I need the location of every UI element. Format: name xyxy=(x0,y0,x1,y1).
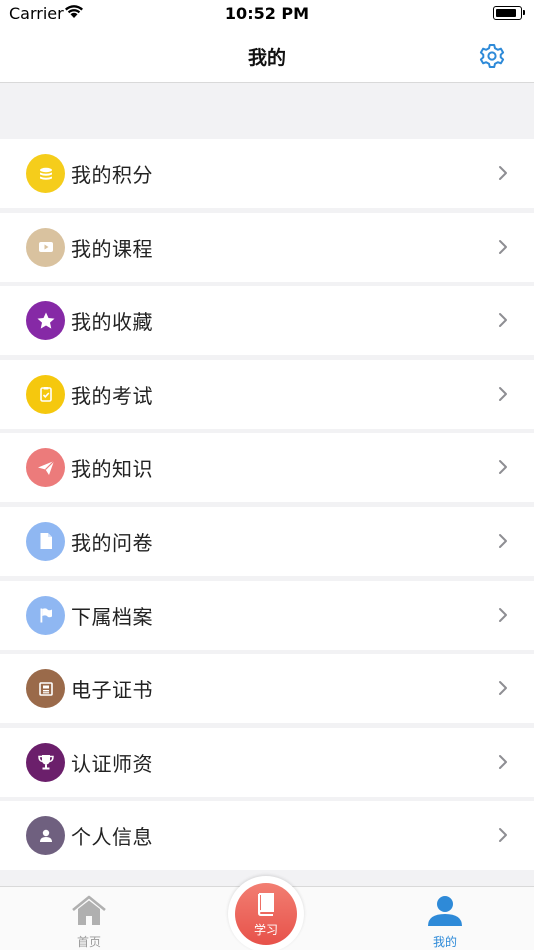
chevron-right-icon xyxy=(499,607,507,622)
certificate-icon xyxy=(26,669,65,709)
trophy-icon xyxy=(26,742,65,782)
study-button-label: 学习 xyxy=(253,923,278,937)
menu-item-label: 我的知识 xyxy=(71,457,153,482)
menu-item-subordinate-records[interactable]: 下属档案 xyxy=(0,580,534,650)
menu-item-courses[interactable]: 我的课程 xyxy=(0,212,534,282)
status-bar: Carrier 10:52 PM xyxy=(0,0,534,28)
clipboard-check-icon xyxy=(26,374,65,414)
video-play-icon xyxy=(26,227,65,267)
chevron-right-icon xyxy=(499,533,507,548)
flag-icon xyxy=(26,595,65,635)
menu-item-exams[interactable]: 我的考试 xyxy=(0,359,534,429)
study-button[interactable]: 学习 xyxy=(235,883,297,945)
menu-item-certificates[interactable]: 电子证书 xyxy=(0,654,534,724)
battery-icon xyxy=(493,6,525,20)
chevron-right-icon xyxy=(499,460,507,475)
menu-item-knowledge[interactable]: 我的知识 xyxy=(0,433,534,503)
chevron-right-icon xyxy=(499,681,507,696)
home-icon xyxy=(72,895,106,925)
chevron-right-icon xyxy=(499,166,507,180)
user-icon xyxy=(26,816,65,856)
menu-item-label: 下属档案 xyxy=(71,604,153,629)
tab-label: 我的 xyxy=(432,935,457,949)
chevron-right-icon xyxy=(499,313,507,328)
menu-item-surveys[interactable]: 我的问卷 xyxy=(0,506,534,576)
settings-button[interactable] xyxy=(478,42,506,70)
content-area: 我的积分 我的课程 我的收藏 我的考试 我的知识 我的问卷 下属档案 电子证书 … xyxy=(0,83,534,886)
menu-item-label: 电子证书 xyxy=(71,678,153,703)
chevron-right-icon xyxy=(499,754,507,769)
tab-home[interactable]: 首页 xyxy=(29,887,149,950)
menu-item-favorites[interactable]: 我的收藏 xyxy=(0,286,534,356)
chevron-right-icon xyxy=(499,386,507,401)
navigation-bar: 我的 xyxy=(0,28,534,83)
gear-icon xyxy=(479,44,505,68)
menu-item-points[interactable]: 我的积分 xyxy=(0,139,534,208)
paper-plane-icon xyxy=(26,448,65,488)
coins-icon xyxy=(26,154,65,193)
menu-item-label: 我的课程 xyxy=(71,236,153,261)
menu-item-certified-instructors[interactable]: 认证师资 xyxy=(0,727,534,797)
chevron-right-icon xyxy=(499,239,507,254)
document-icon xyxy=(26,521,65,561)
menu-item-label: 我的积分 xyxy=(71,163,153,187)
tab-mine[interactable]: 我的 xyxy=(385,887,505,950)
menu-item-personal-info[interactable]: 个人信息 xyxy=(0,801,534,871)
menu-item-label: 认证师资 xyxy=(71,751,153,776)
user-icon xyxy=(428,896,462,926)
status-time: 10:52 PM xyxy=(224,4,310,23)
star-icon xyxy=(26,301,65,341)
book-icon xyxy=(257,893,274,916)
menu-item-label: 我的考试 xyxy=(71,383,153,408)
page-title: 我的 xyxy=(247,47,286,69)
menu-list: 我的积分 我的课程 我的收藏 我的考试 我的知识 我的问卷 下属档案 电子证书 … xyxy=(0,139,534,875)
menu-item-label: 我的问卷 xyxy=(71,530,153,555)
menu-item-label: 我的收藏 xyxy=(71,310,153,335)
chevron-right-icon xyxy=(499,828,507,843)
tab-label: 首页 xyxy=(76,935,101,949)
menu-item-label: 个人信息 xyxy=(71,825,153,850)
